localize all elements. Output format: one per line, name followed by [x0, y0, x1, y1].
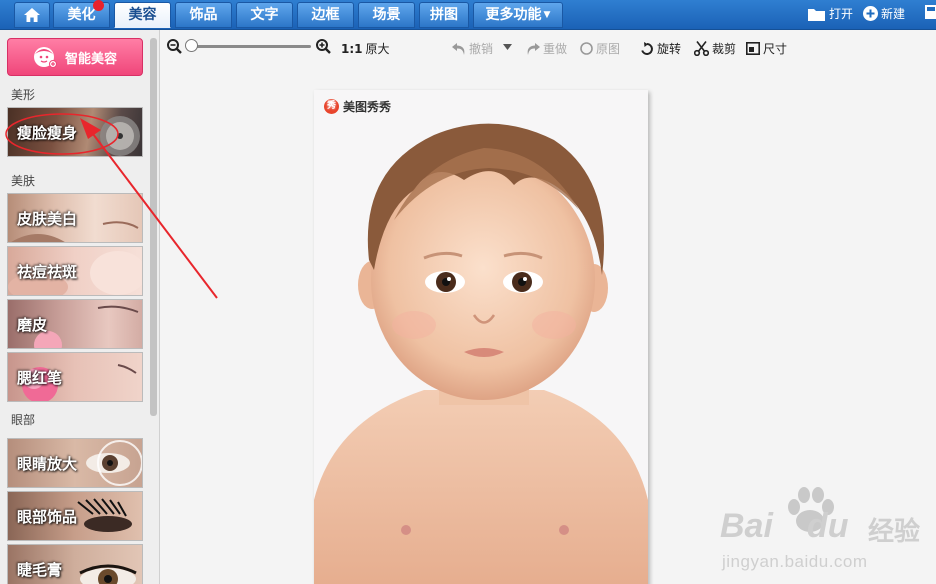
original-image-button[interactable]: 原图 [580, 40, 620, 57]
tab-more-functions[interactable]: 更多功能 ▼ [473, 2, 563, 28]
thumb-label: 眼部饰品 [17, 508, 78, 526]
open-label: 打开 [829, 7, 854, 21]
baidu-brand: Bai du [720, 507, 848, 546]
watermark-label: 美图秀秀 [343, 100, 392, 114]
folder-icon [808, 8, 825, 21]
chevron-down-icon: ▼ [543, 10, 551, 20]
tab-label: 更多功能 [485, 7, 542, 23]
tab-border[interactable]: 边框 [297, 2, 354, 28]
crop-button[interactable]: 裁剪 [694, 40, 736, 57]
meitu-logo-icon: 秀 [324, 99, 339, 114]
redo-label: 重做 [543, 42, 568, 56]
new-button[interactable]: 新建 [863, 5, 905, 22]
new-label: 新建 [881, 7, 906, 21]
smart-beauty-button[interactable]: 智能美容 [7, 38, 143, 76]
meitu-watermark: 秀 美图秀秀 [324, 98, 391, 115]
undo-label: 撤销 [469, 42, 494, 56]
undo-button[interactable]: 撤销 [452, 40, 493, 57]
menu-button[interactable] [925, 5, 936, 19]
section-title: 美形 [11, 88, 36, 102]
jingyan-url: jingyan.baidu.com [722, 552, 868, 571]
tab-home[interactable] [14, 2, 50, 28]
tab-beauty[interactable]: 美容 [114, 2, 171, 28]
tab-label: 边框 [311, 7, 340, 23]
resize-icon [746, 42, 760, 55]
undo-icon [452, 42, 465, 55]
brand-du: du [806, 507, 849, 545]
tab-beautify[interactable]: 美化 [53, 0, 110, 28]
thumb-label: 腮红笔 [17, 369, 63, 387]
thumb-label: 眼睛放大 [17, 455, 78, 473]
image-toolbar: 1:1 原大 撤销 重做 原图 旋转 裁剪 尺寸 [161, 30, 936, 64]
tab-accessories[interactable]: 饰品 [175, 2, 232, 28]
plus-circle-icon [863, 6, 878, 21]
notification-dot [93, 0, 104, 11]
beauty-sidebar: 智能美容 美形 瘦脸瘦身 美肤 皮肤美白 祛痘祛斑 磨皮 腮红笔 眼部 眼睛放大… [0, 30, 160, 584]
face-icon [33, 47, 57, 68]
resize-button[interactable]: 尺寸 [746, 40, 787, 57]
zoom-out-icon[interactable] [167, 39, 182, 54]
original-label: 原图 [596, 42, 621, 56]
rotate-button[interactable]: 旋转 [640, 40, 681, 57]
baidu-jingyan-watermark: Bai du 经验 jingyan.baidu.com [720, 485, 936, 584]
top-tab-bar: 美化 美容 饰品 文字 边框 场景 拼图 更多功能 ▼ 打开 新建 [0, 0, 936, 30]
resize-label: 尺寸 [763, 42, 788, 56]
tab-label: 拼图 [430, 7, 458, 23]
tab-label: 场景 [372, 7, 401, 23]
photo[interactable]: 秀 美图秀秀 [314, 90, 648, 584]
zoom-ratio-label: 1:1 [341, 41, 363, 56]
section-title: 眼部 [11, 413, 36, 427]
thumb-acne-removal[interactable]: 祛痘祛斑 [7, 246, 143, 296]
redo-button[interactable]: 重做 [526, 40, 567, 57]
thumb-blush-brush[interactable]: 腮红笔 [7, 352, 143, 402]
original-image-icon [580, 42, 593, 55]
tab-label: 饰品 [189, 7, 218, 23]
thumb-smooth-skin[interactable]: 磨皮 [7, 299, 143, 349]
thumb-label: 皮肤美白 [17, 210, 78, 228]
undo-dropdown-icon[interactable] [503, 44, 512, 50]
open-button[interactable]: 打开 [808, 5, 853, 22]
thumb-label: 磨皮 [17, 316, 48, 334]
thumb-label: 祛痘祛斑 [17, 263, 78, 281]
rotate-icon [641, 41, 653, 55]
tab-text[interactable]: 文字 [236, 2, 293, 28]
zoom-in-icon[interactable] [316, 39, 331, 54]
baby-photo-image [314, 90, 648, 584]
section-title: 美肤 [11, 174, 36, 188]
tab-label: 美化 [67, 7, 96, 23]
thumb-eye-accessories[interactable]: 眼部饰品 [7, 491, 143, 541]
rotate-label: 旋转 [657, 42, 682, 56]
zoom-slider-handle[interactable] [185, 39, 198, 52]
actual-size-button[interactable]: 1:1 原大 [341, 40, 390, 57]
original-size-label: 原大 [365, 42, 390, 56]
tab-label: 美容 [128, 7, 157, 23]
zoom-slider[interactable] [191, 45, 311, 48]
tab-scene[interactable]: 场景 [358, 2, 415, 28]
save-icon [925, 5, 936, 19]
crop-label: 裁剪 [712, 42, 737, 56]
tab-collage[interactable]: 拼图 [419, 2, 469, 28]
redo-icon [527, 42, 540, 55]
jingyan-label: 经验 [868, 517, 921, 547]
thumb-slim-face[interactable]: 瘦脸瘦身 [7, 107, 143, 157]
thumb-skin-whitening[interactable]: 皮肤美白 [7, 193, 143, 243]
home-icon [24, 8, 40, 22]
tab-label: 文字 [250, 7, 279, 23]
sidebar-scrollbar[interactable] [150, 38, 157, 416]
scissors-icon [694, 41, 709, 56]
smart-beauty-label: 智能美容 [64, 51, 117, 67]
thumb-mascara[interactable]: 睫毛膏 [7, 544, 143, 584]
thumb-eye-enlarge[interactable]: 眼睛放大 [7, 438, 143, 488]
thumb-label: 瘦脸瘦身 [17, 124, 78, 142]
brand-bai: Bai [720, 507, 773, 545]
thumb-label: 睫毛膏 [17, 561, 63, 579]
